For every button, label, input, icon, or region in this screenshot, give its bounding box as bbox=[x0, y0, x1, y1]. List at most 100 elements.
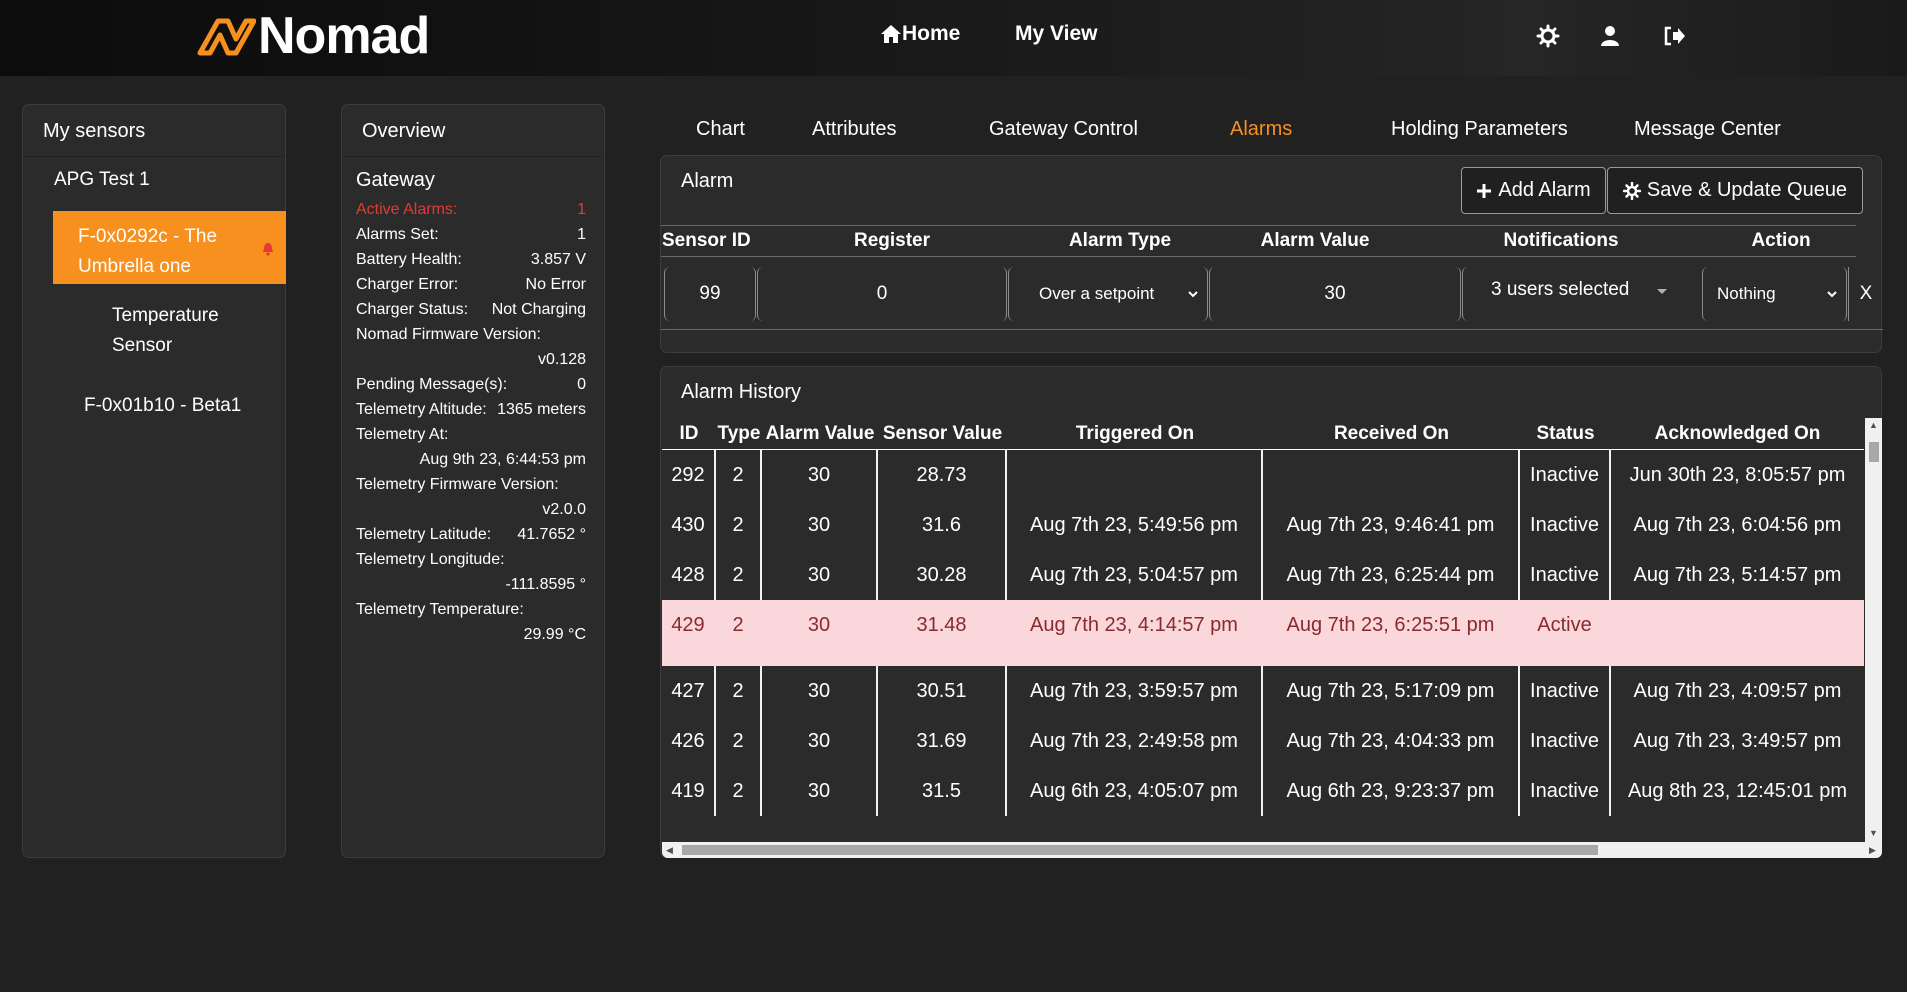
gear-sync-icon bbox=[1622, 181, 1641, 200]
tab-gateway-control[interactable]: Gateway Control bbox=[989, 118, 1138, 141]
tab-attributes[interactable]: Attributes bbox=[812, 118, 896, 141]
cell-alarm-value: 30 bbox=[762, 500, 878, 550]
table-row[interactable]: 426 2 30 31.69 Aug 7th 23, 2:49:58 pm Aug 7th… bbox=[662, 716, 1864, 766]
horizontal-scrollbar[interactable]: ◀ ▶ bbox=[662, 842, 1882, 858]
vertical-scrollbar[interactable]: ▲ ▼ bbox=[1865, 418, 1882, 842]
cell-id: 427 bbox=[662, 666, 716, 716]
table-row[interactable]: 427 2 30 30.51 Aug 7th 23, 3:59:57 pm Aug 7th… bbox=[662, 666, 1864, 716]
nav-home[interactable]: Home bbox=[880, 22, 960, 46]
sensor-item-line2: Umbrella one bbox=[78, 256, 191, 277]
save-update-queue-label: Save & Update Queue bbox=[1646, 179, 1848, 201]
sensor-item-line1: F-0x0292c - The bbox=[78, 226, 218, 247]
horizontal-scroll-thumb[interactable] bbox=[682, 845, 1598, 855]
col-action: Action bbox=[1751, 230, 1811, 251]
scroll-right-icon[interactable]: ▶ bbox=[1869, 845, 1876, 856]
cell-id: 292 bbox=[662, 450, 716, 500]
cell-acknowledged-on: Jun 30th 23, 8:05:57 pm bbox=[1629, 463, 1846, 486]
cell-received-on: Aug 7th 23, 4:04:33 pm bbox=[1263, 716, 1520, 766]
save-update-queue-button[interactable]: Save & Update Queue bbox=[1607, 167, 1863, 214]
firmware-label: Nomad Firmware Version: bbox=[356, 326, 541, 343]
register-input[interactable]: 0 bbox=[757, 267, 1007, 321]
tab-message-center[interactable]: Message Center bbox=[1634, 118, 1781, 141]
cell-alarm-value: 30 bbox=[762, 550, 878, 600]
scroll-left-icon[interactable]: ◀ bbox=[666, 845, 673, 856]
cell-received-on: Aug 6th 23, 9:23:37 pm bbox=[1263, 766, 1520, 816]
cell-id: 429 bbox=[662, 600, 716, 666]
cell-type: 2 bbox=[716, 600, 762, 666]
altitude-row: Telemetry Altitude: 1365 meters bbox=[356, 401, 586, 418]
table-row[interactable]: 419 2 30 31.5 Aug 6th 23, 4:05:07 pm Aug 6th … bbox=[662, 766, 1864, 816]
pending-row: Pending Message(s): 0 bbox=[356, 376, 586, 393]
table-row[interactable]: 428 2 30 30.28 Aug 7th 23, 5:04:57 pm Aug 7th… bbox=[662, 550, 1864, 600]
cell-received-on: Aug 7th 23, 9:46:41 pm bbox=[1263, 500, 1520, 550]
nav-my-view-label: My View bbox=[1015, 22, 1098, 45]
sensor-item-temperature[interactable]: Temperature Sensor bbox=[112, 301, 219, 361]
sensor-item-selected[interactable]: F-0x0292c - The Umbrella one bbox=[53, 211, 286, 284]
col-alarm-type: Alarm Type bbox=[1068, 230, 1172, 251]
settings-icon[interactable] bbox=[1536, 24, 1560, 48]
active-alarms-row: Active Alarms: 1 bbox=[356, 201, 586, 218]
table-row[interactable]: 292 2 30 28.73 Inactive Jun 30th 23, 8:05:57 … bbox=[662, 450, 1864, 500]
brand-logo[interactable]: Nomad bbox=[196, 7, 430, 65]
cell-sensor-value: 31.5 bbox=[878, 766, 1007, 816]
chevron-down-icon bbox=[1188, 291, 1198, 298]
cell-alarm-value: 30 bbox=[762, 716, 878, 766]
tab-holding-parameters[interactable]: Holding Parameters bbox=[1391, 118, 1568, 141]
overview-panel: Overview Gateway Active Alarms: 1 Alarms … bbox=[341, 104, 605, 858]
gateway-details: Active Alarms: 1 Alarms Set: 1 Battery Hea… bbox=[356, 197, 586, 647]
col-id: ID bbox=[679, 423, 699, 444]
charger-error-row: Charger Error: No Error bbox=[356, 276, 586, 293]
col-notifications: Notifications bbox=[1503, 230, 1619, 251]
table-row[interactable]: 429 2 30 31.48 Aug 7th 23, 4:14:57 pm Aug 7th… bbox=[662, 600, 1864, 666]
add-alarm-label: Add Alarm bbox=[1498, 179, 1591, 201]
sensor-item-beta1[interactable]: F-0x01b10 - Beta1 bbox=[84, 391, 241, 421]
cell-status: Inactive bbox=[1520, 716, 1611, 766]
alarm-value-input[interactable]: 30 bbox=[1209, 267, 1461, 321]
alarm-title: Alarm bbox=[681, 170, 734, 192]
action-select[interactable]: Nothing bbox=[1702, 267, 1847, 321]
alarm-bell-icon bbox=[263, 243, 273, 256]
sensor-id-input[interactable]: 99 bbox=[664, 267, 756, 321]
latitude-row: Telemetry Latitude: 41.7652 ° bbox=[356, 526, 586, 543]
cell-triggered-on: Aug 6th 23, 4:05:07 pm bbox=[1007, 766, 1263, 816]
cell-status: Inactive bbox=[1520, 666, 1611, 716]
cell-id: 426 bbox=[662, 716, 716, 766]
gateway-heading: Gateway bbox=[356, 169, 435, 191]
cell-status: Inactive bbox=[1520, 550, 1611, 600]
user-icon[interactable] bbox=[1598, 24, 1622, 48]
scroll-up-icon[interactable]: ▲ bbox=[1869, 420, 1878, 430]
nav-home-label: Home bbox=[902, 22, 961, 45]
col-alarm-value: Alarm Value bbox=[765, 423, 875, 444]
cell-triggered-on: Aug 7th 23, 2:49:58 pm bbox=[1007, 716, 1263, 766]
telemetry-fw-label: Telemetry Firmware Version: bbox=[356, 476, 559, 493]
alarm-type-select[interactable]: Over a setpoint bbox=[1008, 267, 1208, 321]
cell-alarm-value: 30 bbox=[762, 600, 878, 666]
cell-received-on: Aug 7th 23, 5:17:09 pm bbox=[1263, 666, 1520, 716]
add-alarm-button[interactable]: Add Alarm bbox=[1461, 167, 1606, 214]
cell-type: 2 bbox=[716, 500, 762, 550]
vertical-scroll-thumb[interactable] bbox=[1869, 442, 1879, 462]
cell-acknowledged-on: Aug 8th 23, 12:45:01 pm bbox=[1627, 779, 1848, 802]
table-row[interactable]: 430 2 30 31.6 Aug 7th 23, 5:49:56 pm Aug 7th … bbox=[662, 500, 1864, 550]
tab-alarms[interactable]: Alarms bbox=[1230, 118, 1292, 141]
cell-sensor-value: 31.6 bbox=[878, 500, 1007, 550]
chevron-down-icon bbox=[1827, 291, 1837, 298]
alarm-row: 99 0 Over a setpoint 30 3 users selected… bbox=[661, 258, 1883, 330]
col-status: Status bbox=[1536, 423, 1595, 444]
remove-alarm-button[interactable]: X bbox=[1848, 267, 1883, 321]
sensor-item-line1: F-0x01b10 - Beta1 bbox=[84, 395, 242, 416]
nav-my-view[interactable]: My View bbox=[1015, 22, 1097, 46]
notifications-multiselect[interactable]: 3 users selected bbox=[1462, 267, 1702, 321]
col-acknowledged-on: Acknowledged On bbox=[1654, 423, 1821, 444]
cell-type: 2 bbox=[716, 766, 762, 816]
cell-received-on: Aug 7th 23, 6:25:44 pm bbox=[1263, 550, 1520, 600]
cell-received-on: Aug 7th 23, 6:25:51 pm bbox=[1263, 600, 1520, 666]
logout-icon[interactable] bbox=[1662, 24, 1686, 48]
longitude-value: -111.8595 ° bbox=[505, 576, 586, 593]
sensor-group-name[interactable]: APG Test 1 bbox=[23, 157, 285, 191]
tab-chart[interactable]: Chart bbox=[696, 118, 745, 141]
scroll-down-icon[interactable]: ▼ bbox=[1869, 828, 1878, 838]
cell-acknowledged-on: Aug 7th 23, 3:49:57 pm bbox=[1633, 729, 1842, 752]
telemetry-at-label: Telemetry At: bbox=[356, 426, 449, 443]
cell-triggered-on: Aug 7th 23, 5:04:57 pm bbox=[1007, 550, 1263, 600]
